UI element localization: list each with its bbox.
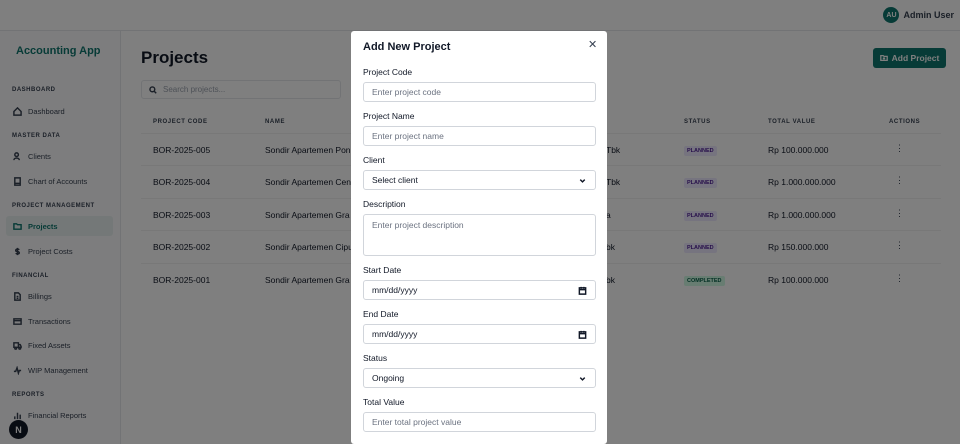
start-date-value: mm/dd/yyyy bbox=[372, 285, 418, 295]
description-textarea[interactable]: Enter project description bbox=[363, 214, 596, 256]
project-code-label: Project Code bbox=[363, 67, 413, 77]
project-code-placeholder: Enter project code bbox=[372, 87, 441, 97]
description-label: Description bbox=[363, 199, 406, 209]
status-label: Status bbox=[363, 353, 388, 363]
add-project-dialog: Add New Project ✕ Project Code Enter pro… bbox=[351, 31, 607, 444]
client-select-value: Select client bbox=[372, 175, 418, 185]
status-select[interactable]: Ongoing bbox=[363, 368, 596, 388]
project-name-placeholder: Enter project name bbox=[372, 131, 444, 141]
end-date-label: End Date bbox=[363, 309, 399, 319]
chevron-down-icon bbox=[579, 377, 586, 381]
start-date-label: Start Date bbox=[363, 265, 402, 275]
close-icon[interactable]: ✕ bbox=[588, 38, 597, 51]
description-placeholder: Enter project description bbox=[372, 220, 464, 230]
end-date-input[interactable]: mm/dd/yyyy bbox=[363, 324, 596, 344]
status-select-value: Ongoing bbox=[372, 373, 405, 383]
project-name-label: Project Name bbox=[363, 111, 415, 121]
project-name-input[interactable]: Enter project name bbox=[363, 126, 596, 146]
total-value-label: Total Value bbox=[363, 397, 405, 407]
dialog-title: Add New Project bbox=[363, 41, 451, 53]
start-date-input[interactable]: mm/dd/yyyy bbox=[363, 280, 596, 300]
calendar-icon[interactable] bbox=[578, 286, 587, 295]
client-label: Client bbox=[363, 155, 385, 165]
end-date-value: mm/dd/yyyy bbox=[372, 329, 418, 339]
total-value-input[interactable]: Enter total project value bbox=[363, 412, 596, 432]
calendar-icon[interactable] bbox=[578, 330, 587, 339]
total-value-placeholder: Enter total project value bbox=[372, 417, 462, 427]
client-select[interactable]: Select client bbox=[363, 170, 596, 190]
chevron-down-icon bbox=[579, 179, 586, 183]
project-code-input[interactable]: Enter project code bbox=[363, 82, 596, 102]
